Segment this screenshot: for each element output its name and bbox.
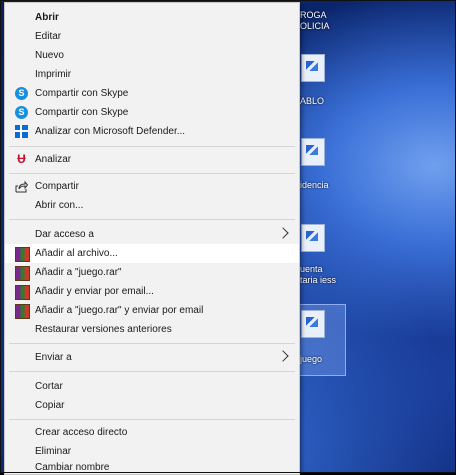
screenshot-frame	[0, 0, 456, 473]
